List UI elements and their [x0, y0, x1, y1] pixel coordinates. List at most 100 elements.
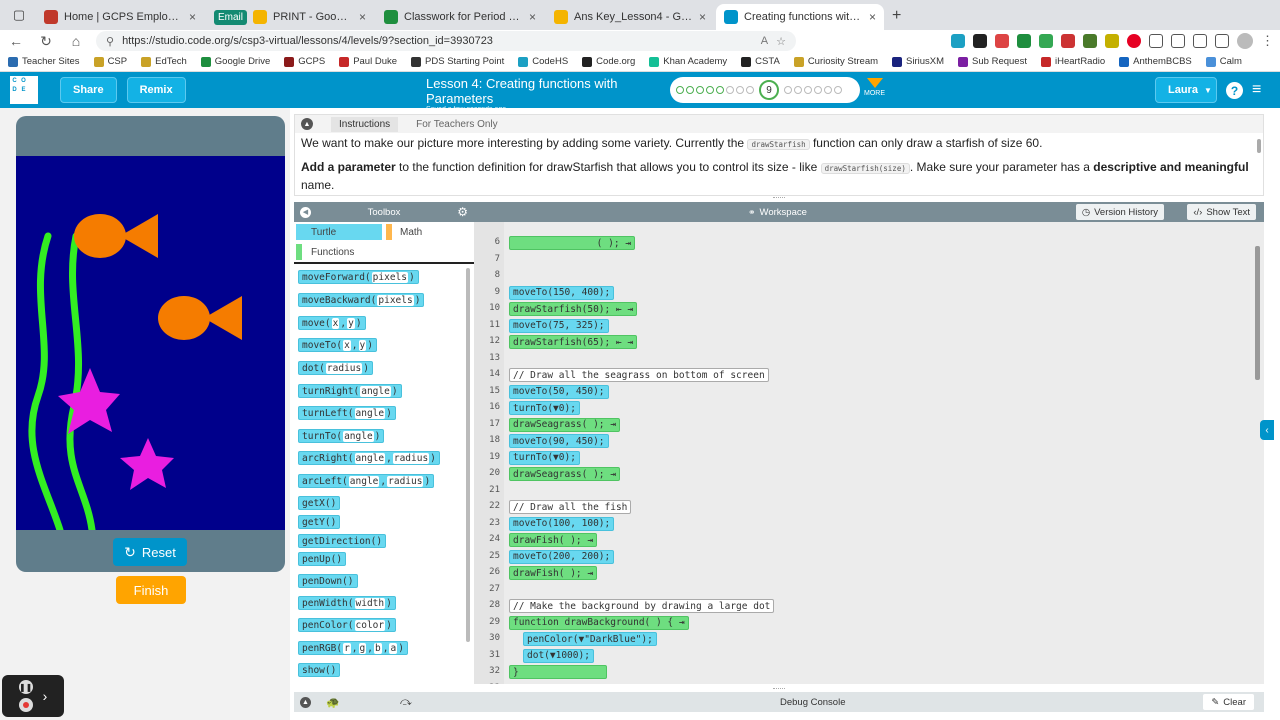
bookmark-item[interactable]: EdTech	[141, 56, 187, 67]
level-bubble[interactable]	[794, 86, 802, 94]
browser-tab[interactable]: Ans Key_Lesson4 - Google Sli ×	[546, 4, 714, 30]
bookmark-item[interactable]: CSTA	[741, 56, 780, 67]
level-bubble[interactable]	[746, 86, 754, 94]
level-bubble[interactable]	[814, 86, 822, 94]
current-level-bubble[interactable]: 9	[759, 80, 779, 100]
favorites-icon[interactable]	[1171, 34, 1185, 48]
extension-icon[interactable]	[1061, 34, 1075, 48]
collapse-instructions-icon[interactable]: ▲	[301, 118, 313, 130]
extension-icon[interactable]	[973, 34, 987, 48]
code-block[interactable]: penColor(▼"DarkBlue");	[523, 632, 657, 646]
bookmark-item[interactable]: Curiosity Stream	[793, 56, 878, 67]
bookmark-item[interactable]: Calm	[1205, 56, 1242, 67]
toolbox-block-getY[interactable]: getY()	[298, 515, 341, 529]
code-block[interactable]: drawStarfish(50); ⇤ ⇥	[509, 302, 638, 316]
bookmark-item[interactable]: Khan Academy	[649, 56, 727, 67]
toolbox-block-turnTo[interactable]: turnTo(angle)	[298, 429, 385, 443]
stop-icon[interactable]	[18, 698, 33, 712]
close-tab-icon[interactable]: ×	[189, 10, 196, 24]
level-bubble[interactable]	[706, 86, 714, 94]
close-tab-icon[interactable]: ×	[869, 10, 876, 24]
category-turtle[interactable]: Turtle	[296, 224, 382, 240]
category-functions[interactable]: Functions	[296, 244, 382, 260]
toolbox-block-arcRight[interactable]: arcRight(angle, radius)	[298, 451, 440, 465]
level-bubble[interactable]	[824, 86, 832, 94]
extension-icon[interactable]	[1017, 34, 1031, 48]
version-history-button[interactable]: ◷ Version History	[1075, 204, 1164, 220]
toolbox-block-moveForward[interactable]: moveForward(pixels)	[298, 270, 419, 284]
code-block[interactable]: turnTo(▼0);	[509, 401, 580, 415]
reset-button[interactable]: ↻ Reset	[113, 538, 187, 566]
expand-debug-icon[interactable]: ▲	[300, 696, 311, 708]
category-math[interactable]: Math	[386, 224, 466, 240]
toolbox-block-getDirection[interactable]: getDirection()	[298, 534, 387, 548]
level-bubble[interactable]	[716, 86, 724, 94]
level-bubble[interactable]	[784, 86, 792, 94]
clear-button[interactable]: ✎ Clear	[1203, 694, 1254, 710]
toolbox-block-moveTo[interactable]: moveTo(x, y)	[298, 338, 377, 352]
browser-tab[interactable]: Classwork for Period 1 CSP ×	[376, 4, 544, 30]
downloads-icon[interactable]	[1215, 34, 1229, 48]
level-bubble[interactable]	[726, 86, 734, 94]
email-badge[interactable]: Email	[214, 9, 248, 25]
code-block[interactable]: drawFish( ); ⇥	[509, 533, 598, 547]
url-field[interactable]: ⚲ https://studio.code.org/s/csp3-virtual…	[96, 31, 796, 51]
pause-icon[interactable]: ❚❚	[18, 680, 33, 694]
browser-tab[interactable]: Email PRINT - Google Drive ×	[206, 4, 374, 30]
close-tab-icon[interactable]: ×	[699, 10, 706, 24]
level-bubble[interactable]	[696, 86, 704, 94]
bookmark-item[interactable]: GCPS	[284, 56, 325, 67]
extension-icon[interactable]	[1039, 34, 1053, 48]
bookmark-item[interactable]: CodeHS	[518, 56, 568, 67]
toolbox-block-penWidth[interactable]: penWidth(width)	[298, 596, 396, 610]
extension-icon[interactable]	[951, 34, 965, 48]
toolbox-block-moveBackward[interactable]: moveBackward(pixels)	[298, 293, 425, 307]
reload-icon[interactable]: ↻	[36, 33, 56, 50]
pinterest-icon[interactable]	[1127, 34, 1141, 48]
more-options-icon[interactable]: ⋮	[1261, 33, 1274, 49]
toolbox-block-show[interactable]: show()	[298, 663, 341, 677]
tab-for-teachers[interactable]: For Teachers Only	[416, 119, 498, 130]
new-tab-button[interactable]: +	[892, 7, 901, 25]
bookmark-item[interactable]: SiriusXM	[892, 56, 944, 67]
toolbox-block-penDown[interactable]: penDown()	[298, 574, 358, 588]
comment-block[interactable]: // Draw all the seagrass on bottom of sc…	[509, 368, 769, 382]
toolbox-block-turnLeft[interactable]: turnLeft(angle)	[298, 406, 396, 420]
gear-icon[interactable]: ⚙	[457, 205, 468, 219]
codeorg-logo[interactable]: C O D E	[10, 76, 38, 104]
collapse-side-panel-icon[interactable]: ‹	[1260, 420, 1274, 440]
user-menu-button[interactable]: Laura ▼	[1155, 77, 1217, 103]
bookmark-item[interactable]: Teacher Sites	[8, 56, 80, 67]
level-bubble[interactable]	[676, 86, 684, 94]
close-tab-icon[interactable]: ×	[359, 10, 366, 24]
extension-icon[interactable]	[995, 34, 1009, 48]
remix-button[interactable]: Remix	[126, 77, 186, 103]
favorite-star-icon[interactable]: ☆	[776, 35, 786, 48]
hamburger-menu-icon[interactable]: ≡	[1252, 82, 1270, 98]
code-block[interactable]: }	[509, 665, 607, 679]
code-block[interactable]: turnTo(▼0);	[509, 450, 580, 465]
level-bubble[interactable]	[834, 86, 842, 94]
resize-handle[interactable]	[773, 688, 785, 690]
workspace-scrollbar[interactable]	[1255, 246, 1260, 380]
bookmark-item[interactable]: CSP	[93, 56, 127, 67]
code-block[interactable]: drawFish( ); ⇥	[509, 566, 598, 580]
code-block[interactable]: drawStarfish(65); ⇤ ⇥	[509, 335, 638, 349]
code-block[interactable]: function drawBackground( ) { ⇥	[509, 615, 689, 630]
code-block[interactable]: moveTo(200, 200);	[509, 549, 615, 564]
toolbox-block-penRGB[interactable]: penRGB(r, g, b, a)	[298, 641, 408, 655]
instructions-scrollbar[interactable]	[1257, 139, 1261, 153]
bookmark-item[interactable]: PDS Starting Point	[411, 56, 504, 67]
tab-instructions[interactable]: Instructions	[331, 116, 399, 132]
profile-avatar[interactable]	[1237, 33, 1253, 49]
code-block[interactable]: moveTo(150, 400);	[509, 285, 615, 300]
collapse-toolbox-icon[interactable]: ◀	[300, 206, 311, 218]
comment-block[interactable]: // Make the background by drawing a larg…	[509, 599, 775, 613]
code-block[interactable]: moveTo(50, 450);	[509, 384, 609, 399]
resize-handle[interactable]	[773, 197, 785, 199]
home-icon[interactable]: ⌂	[66, 33, 86, 49]
collections-icon[interactable]	[1193, 34, 1207, 48]
bookmark-item[interactable]: Code.org	[582, 56, 635, 67]
bookmark-item[interactable]: AnthemBCBS	[1119, 56, 1192, 67]
toolbox-block-move[interactable]: move(x, y)	[298, 316, 366, 330]
